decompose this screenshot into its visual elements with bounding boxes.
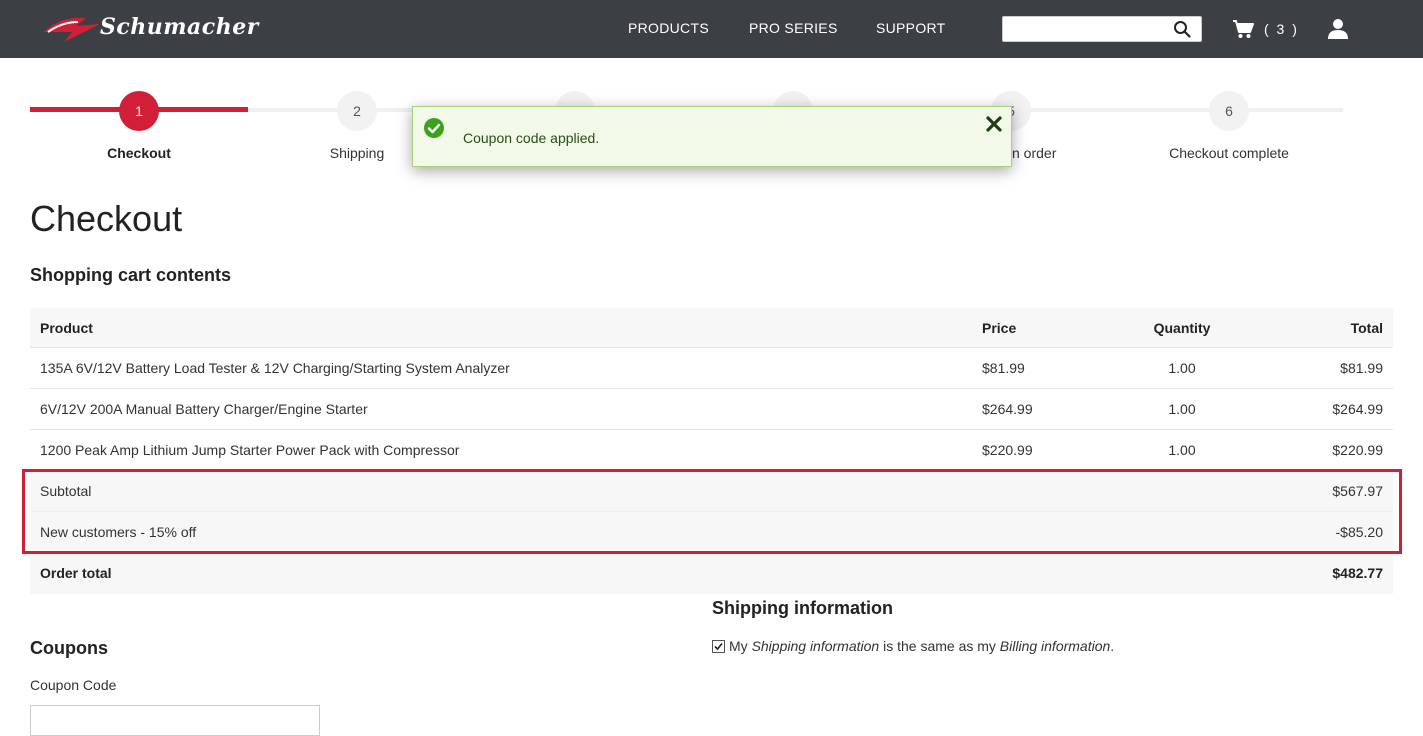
page-title: Checkout xyxy=(30,198,183,239)
step-5-label: n order xyxy=(1012,145,1057,161)
product-name: 1200 Peak Amp Lithium Jump Starter Power… xyxy=(40,442,460,458)
subtotal-label: Subtotal xyxy=(40,483,92,499)
check-circle-icon xyxy=(424,118,444,138)
search-box xyxy=(1002,16,1202,42)
order-total-row: Order total $482.77 xyxy=(30,553,1393,594)
discount-label: New customers - 15% off xyxy=(40,524,197,540)
shipping-text-part: is the same as my xyxy=(879,638,1000,654)
step-6-label: Checkout complete xyxy=(1169,145,1289,161)
shipping-information-emphasis: Shipping information xyxy=(751,638,880,654)
coupon-code-input[interactable] xyxy=(30,705,320,736)
product-price: $264.99 xyxy=(982,401,1033,417)
search-icon[interactable] xyxy=(1173,20,1191,38)
product-price: $220.99 xyxy=(982,442,1033,458)
step-6-circle: 6 xyxy=(1209,91,1249,131)
product-quantity: 1.00 xyxy=(1168,442,1196,458)
discount-value: -$85.20 xyxy=(1335,524,1383,540)
nav-support[interactable]: SUPPORT xyxy=(876,20,946,36)
site-header: Schumacher PRODUCTS PRO SERIES SUPPORT (… xyxy=(0,0,1423,58)
product-quantity: 1.00 xyxy=(1168,401,1196,417)
step-1-circle: 1 xyxy=(119,91,159,131)
subtotal-value: $567.97 xyxy=(1332,483,1383,499)
coupon-applied-toast: Coupon code applied. xyxy=(412,106,1012,167)
same-as-billing-checkbox[interactable] xyxy=(712,639,725,653)
coupon-code-label: Coupon Code xyxy=(30,677,117,693)
column-header-total: Total xyxy=(1350,320,1383,336)
cart-count: ( 3 ) xyxy=(1264,21,1299,37)
cart-icon xyxy=(1233,20,1254,38)
product-total: $264.99 xyxy=(1332,401,1383,417)
user-icon[interactable] xyxy=(1326,18,1350,40)
logo-text: Schumacher xyxy=(100,14,259,40)
shipping-text-part: . xyxy=(1110,638,1115,654)
cart-heading: Shopping cart contents xyxy=(30,265,232,285)
column-header-product: Product xyxy=(40,320,93,336)
same-as-billing-text: My Shipping information is the same as m… xyxy=(729,638,1114,654)
column-header-quantity: Quantity xyxy=(1153,320,1211,336)
toast-message: Coupon code applied. xyxy=(463,130,600,146)
order-total-value: $482.77 xyxy=(1332,565,1383,581)
shipping-heading: Shipping information xyxy=(712,598,893,618)
table-row: 1200 Peak Amp Lithium Jump Starter Power… xyxy=(30,430,1393,471)
close-icon[interactable] xyxy=(983,113,1005,135)
table-row: 6V/12V 200A Manual Battery Charger/Engin… xyxy=(30,389,1393,430)
product-total: $81.99 xyxy=(1340,360,1383,376)
discount-row: New customers - 15% off -$85.20 xyxy=(30,512,1393,553)
product-name: 6V/12V 200A Manual Battery Charger/Engin… xyxy=(40,401,368,417)
search-input[interactable] xyxy=(1003,17,1173,41)
table-header-row: Product Price Quantity Total xyxy=(30,308,1393,348)
order-total-label: Order total xyxy=(40,565,112,581)
product-price: $81.99 xyxy=(982,360,1025,376)
step-2-circle: 2 xyxy=(337,91,377,131)
same-as-billing-checkbox-row[interactable]: My Shipping information is the same as m… xyxy=(712,638,1114,654)
lightning-bolt-icon xyxy=(44,17,100,42)
nav-products[interactable]: PRODUCTS xyxy=(628,20,709,36)
product-quantity: 1.00 xyxy=(1168,360,1196,376)
nav-pro-series[interactable]: PRO SERIES xyxy=(749,20,838,36)
logo[interactable]: Schumacher xyxy=(42,10,258,46)
coupons-heading: Coupons xyxy=(30,638,108,658)
table-row: 135A 6V/12V Battery Load Tester & 12V Ch… xyxy=(30,348,1393,389)
cart-table: Product Price Quantity Total 135A 6V/12V… xyxy=(30,308,1393,594)
shipping-text-part: My xyxy=(729,638,752,654)
billing-information-emphasis: Billing information xyxy=(999,638,1111,654)
product-name: 135A 6V/12V Battery Load Tester & 12V Ch… xyxy=(40,360,510,376)
column-header-price: Price xyxy=(982,320,1017,336)
checkmark-icon xyxy=(714,642,723,650)
product-total: $220.99 xyxy=(1332,442,1383,458)
cart-button[interactable]: ( 3 ) xyxy=(1232,18,1299,40)
subtotal-row: Subtotal $567.97 xyxy=(30,471,1393,512)
step-1-label: Checkout xyxy=(107,145,171,161)
